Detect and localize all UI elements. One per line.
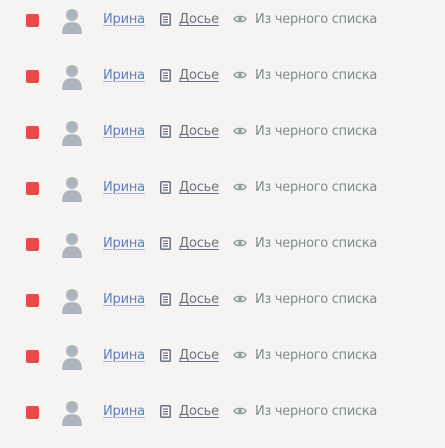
list-item: Ирина Досье Из черного списка [0, 399, 445, 427]
blacklist-label: Из черного списка [255, 348, 378, 363]
eye-icon [233, 239, 247, 247]
eye-icon [233, 15, 247, 23]
user-name-link[interactable]: Ирина [103, 68, 145, 83]
list-item: Ирина Досье Из черного списка [0, 119, 445, 147]
eye-icon [233, 407, 247, 415]
red-square-icon [26, 406, 39, 419]
list-item: Ирина Досье Из черного списка [0, 231, 445, 259]
red-square-icon [26, 14, 39, 27]
eye-icon [233, 127, 247, 135]
user-name-link[interactable]: Ирина [103, 348, 145, 363]
user-name-link[interactable]: Ирина [103, 180, 145, 195]
document-icon [160, 349, 171, 362]
red-square-icon [26, 294, 39, 307]
list-item: Ирина Досье Из черного списка [0, 343, 445, 371]
list-item: Ирина Досье Из черного списка [0, 287, 445, 315]
person-avatar-icon[interactable] [60, 399, 84, 427]
user-name-link[interactable]: Ирина [103, 404, 145, 419]
dossier-label: Досье [179, 180, 219, 195]
user-name-link[interactable]: Ирина [103, 236, 145, 251]
person-avatar-icon[interactable] [60, 119, 84, 147]
user-list: Ирина Досье Из черного списка Ирина Дось… [0, 0, 445, 448]
blacklist-label: Из черного списка [255, 292, 378, 307]
red-square-icon [26, 350, 39, 363]
blacklist-label: Из черного списка [255, 236, 378, 251]
person-avatar-icon[interactable] [60, 231, 84, 259]
document-icon [160, 405, 171, 418]
red-square-icon [26, 70, 39, 83]
document-icon [160, 69, 171, 82]
eye-icon [233, 351, 247, 359]
eye-icon [233, 71, 247, 79]
user-name-link[interactable]: Ирина [103, 12, 145, 27]
list-item: Ирина Досье Из черного списка [0, 175, 445, 203]
person-avatar-icon[interactable] [60, 7, 84, 35]
dossier-label: Досье [179, 236, 219, 251]
document-icon [160, 125, 171, 138]
dossier-label: Досье [179, 124, 219, 139]
dossier-label: Досье [179, 348, 219, 363]
red-square-icon [26, 238, 39, 251]
dossier-label: Досье [179, 68, 219, 83]
person-avatar-icon[interactable] [60, 343, 84, 371]
blacklist-label: Из черного списка [255, 124, 378, 139]
eye-icon [233, 183, 247, 191]
blacklist-label: Из черного списка [255, 404, 378, 419]
document-icon [160, 237, 171, 250]
user-name-link[interactable]: Ирина [103, 292, 145, 307]
document-icon [160, 181, 171, 194]
list-item: Ирина Досье Из черного списка [0, 7, 445, 35]
dossier-label: Досье [179, 292, 219, 307]
blacklist-label: Из черного списка [255, 68, 378, 83]
document-icon [160, 13, 171, 26]
blacklist-label: Из черного списка [255, 180, 378, 195]
dossier-label: Досье [179, 404, 219, 419]
user-name-link[interactable]: Ирина [103, 124, 145, 139]
red-square-icon [26, 182, 39, 195]
document-icon [160, 293, 171, 306]
person-avatar-icon[interactable] [60, 63, 84, 91]
eye-icon [233, 295, 247, 303]
list-item: Ирина Досье Из черного списка [0, 63, 445, 91]
blacklist-label: Из черного списка [255, 12, 378, 27]
person-avatar-icon[interactable] [60, 287, 84, 315]
red-square-icon [26, 126, 39, 139]
dossier-label: Досье [179, 12, 219, 27]
person-avatar-icon[interactable] [60, 175, 84, 203]
